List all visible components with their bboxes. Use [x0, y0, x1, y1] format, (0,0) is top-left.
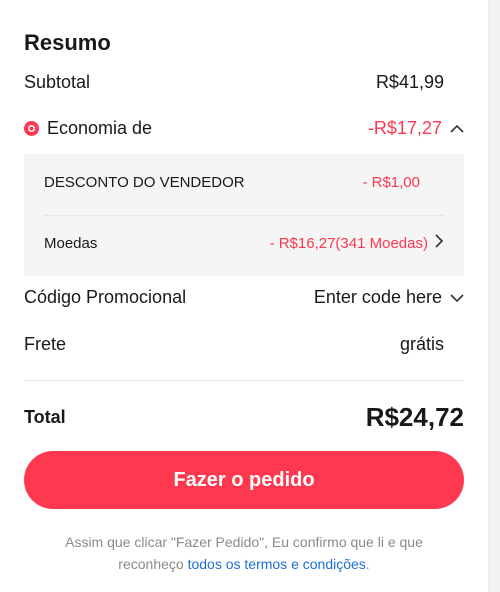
disclaimer-suffix: .	[365, 556, 370, 572]
summary-divider	[24, 380, 464, 381]
total-value: R$24,72	[365, 402, 464, 432]
total-label: Total	[24, 407, 66, 427]
summary-title: Resumo	[24, 30, 111, 55]
shipping-value: grátis	[399, 334, 444, 354]
disclaimer-line1: Assim que clicar "Fazer Pedido", Eu conf…	[65, 534, 423, 550]
shipping-label: Frete	[24, 334, 67, 354]
economy-right: -R$17,27	[368, 118, 464, 139]
economy-row[interactable]: Economia de -R$17,27	[24, 118, 464, 139]
discount-badge-icon	[24, 121, 39, 136]
seller-discount-value: - R$1,00	[362, 174, 420, 191]
subtotal-value: R$41,99	[375, 72, 444, 92]
coins-row[interactable]: Moedas - R$16,27(341 Moedas)	[44, 234, 444, 252]
economy-left: Economia de	[24, 118, 152, 139]
terms-link[interactable]: todos os termos e condições	[188, 556, 366, 572]
coins-value: - R$16,27(341 Moedas)	[269, 234, 428, 252]
chevron-up-icon[interactable]	[450, 118, 464, 139]
coins-label: Moedas	[44, 234, 98, 252]
promo-code-right[interactable]: Enter code here	[314, 287, 464, 308]
disclaimer-prefix: reconheço	[118, 556, 188, 572]
chevron-right-icon[interactable]	[434, 234, 444, 252]
shipping-row: Frete grátis	[24, 334, 444, 355]
chevron-down-icon[interactable]	[450, 287, 464, 308]
coins-right: - R$16,27(341 Moedas)	[270, 234, 444, 252]
promo-code-placeholder[interactable]: Enter code here	[314, 287, 442, 308]
breakdown-divider	[44, 215, 444, 216]
place-order-button[interactable]: Fazer o pedido	[24, 451, 464, 509]
disclaimer-line2: reconheço todos os termos e condições.	[24, 553, 464, 575]
terms-disclaimer: Assim que clicar "Fazer Pedido", Eu conf…	[24, 531, 464, 575]
promo-code-row[interactable]: Código Promocional Enter code here	[24, 287, 464, 308]
seller-discount-label: DESCONTO DO VENDEDOR	[44, 174, 245, 191]
total-row: Total R$24,72	[24, 402, 464, 433]
order-summary-panel: Resumo Subtotal R$41,99 Economia de -R$1…	[0, 0, 489, 592]
economy-breakdown: DESCONTO DO VENDEDOR - R$1,00 Moedas - R…	[24, 154, 464, 276]
economy-label: Economia de	[47, 118, 153, 138]
subtotal-label: Subtotal	[24, 72, 91, 92]
economy-value: -R$17,27	[367, 118, 442, 138]
subtotal-row: Subtotal R$41,99	[24, 72, 444, 93]
seller-discount-row: DESCONTO DO VENDEDOR - R$1,00	[44, 174, 444, 191]
promo-code-label: Código Promocional	[24, 287, 187, 307]
